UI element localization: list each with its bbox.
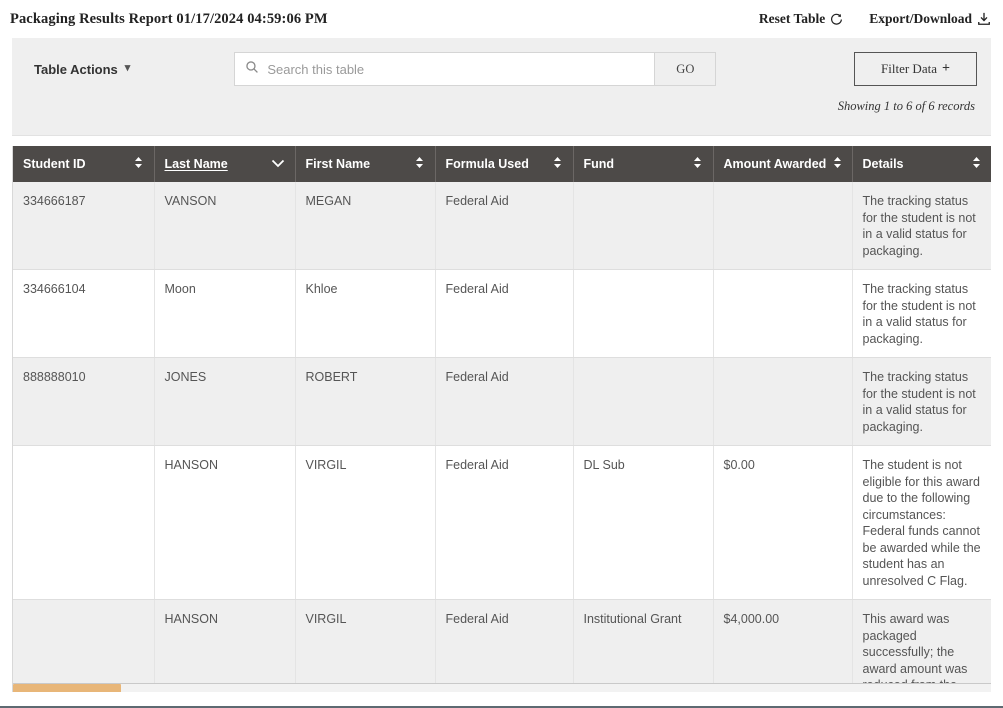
cell-fund: Institutional Grant	[573, 599, 714, 692]
horizontal-scrollbar-thumb[interactable]	[13, 684, 121, 692]
table-search-group: GO	[234, 52, 717, 86]
cell-student-id: 888888010	[13, 357, 155, 446]
toolbar-controls-row: Table Actions ▾ GO Filter Data +	[26, 52, 977, 86]
cell-amount-awarded	[713, 357, 853, 446]
table-head: Student ID Last Name First Name Formula Use…	[13, 146, 991, 182]
column-header-label: Student ID	[23, 157, 86, 171]
table-header-row: Student ID Last Name First Name Formula Use…	[13, 146, 991, 182]
reset-table-button[interactable]: Reset Table	[759, 11, 843, 27]
column-header-formula-used[interactable]: Formula Used	[435, 146, 574, 182]
refresh-icon	[830, 13, 843, 26]
export-download-button[interactable]: Export/Download	[869, 11, 991, 27]
cell-details: This award was packaged successfully; th…	[852, 599, 991, 692]
filter-data-label: Filter Data	[881, 61, 937, 76]
column-header-last-name[interactable]: Last Name	[154, 146, 296, 182]
table-actions-dropdown[interactable]: Table Actions ▾	[26, 62, 130, 77]
table-row[interactable]: 334666187 VANSON MEGAN Federal Aid The track…	[13, 182, 991, 270]
cell-fund: DL Sub	[573, 445, 714, 600]
cell-formula-used: Federal Aid	[435, 357, 574, 446]
table-row[interactable]: HANSON VIRGIL Federal Aid Institutional Gra…	[13, 599, 991, 692]
filter-data-button[interactable]: Filter Data +	[854, 52, 977, 86]
sort-both-icon[interactable]	[133, 156, 144, 172]
column-header-label: Amount Awarded	[723, 157, 827, 171]
cell-details: The tracking status for the student is n…	[852, 357, 991, 446]
sort-both-icon[interactable]	[414, 156, 425, 172]
cell-amount-awarded: $4,000.00	[713, 599, 853, 692]
column-header-details[interactable]: Details	[852, 146, 991, 182]
records-count-row: Showing 1 to 6 of 6 records	[26, 86, 977, 114]
cell-first-name: VIRGIL	[295, 445, 436, 600]
export-download-label: Export/Download	[869, 11, 972, 26]
column-header-first-name[interactable]: First Name	[295, 146, 436, 182]
chevron-down-icon: ▾	[124, 61, 131, 74]
plus-icon: +	[941, 61, 950, 76]
cell-first-name: ROBERT	[295, 357, 436, 446]
search-icon	[245, 60, 259, 79]
table-body: 334666187 VANSON MEGAN Federal Aid The track…	[13, 182, 991, 692]
table-scroll-container: Student ID Last Name First Name Formula Use…	[12, 146, 991, 692]
header-actions: Reset Table Export/Download	[759, 11, 991, 27]
cell-first-name: Khloe	[295, 269, 436, 358]
search-box[interactable]	[234, 52, 655, 86]
cell-formula-used: Federal Aid	[435, 182, 574, 270]
cell-details: The student is not eligible for this awa…	[852, 445, 991, 600]
report-header: Packaging Results Report 01/17/2024 04:5…	[0, 0, 1003, 38]
cell-amount-awarded: $0.00	[713, 445, 853, 600]
cell-last-name: Moon	[154, 269, 296, 358]
cell-last-name: HANSON	[154, 445, 296, 600]
chevron-down-icon[interactable]	[271, 158, 285, 171]
column-header-student-id[interactable]: Student ID	[13, 146, 155, 182]
sort-both-icon[interactable]	[832, 156, 843, 172]
cell-last-name: VANSON	[154, 182, 296, 270]
sort-both-icon[interactable]	[552, 156, 563, 172]
search-go-button[interactable]: GO	[654, 52, 717, 86]
cell-fund	[573, 182, 714, 270]
table-row[interactable]: HANSON VIRGIL Federal Aid DL Sub $0.00 The st…	[13, 445, 991, 600]
horizontal-scrollbar[interactable]	[13, 683, 991, 692]
cell-student-id	[13, 445, 155, 600]
reset-table-label: Reset Table	[758, 11, 826, 26]
cell-last-name: JONES	[154, 357, 296, 446]
cell-student-id: 334666187	[13, 182, 155, 270]
records-count-text: Showing 1 to 6 of 6 records	[837, 99, 975, 113]
column-header-label: Formula Used	[445, 157, 529, 171]
cell-amount-awarded	[713, 269, 853, 358]
download-icon	[977, 12, 991, 26]
page-title: Packaging Results Report 01/17/2024 04:5…	[10, 10, 328, 27]
cell-details: The tracking status for the student is n…	[852, 269, 991, 358]
packaging-results-table: Student ID Last Name First Name Formula Use…	[13, 146, 991, 692]
column-header-label: Fund	[583, 157, 615, 171]
cell-fund	[573, 269, 714, 358]
cell-amount-awarded	[713, 182, 853, 270]
column-header-label: First Name	[305, 157, 371, 171]
cell-first-name: VIRGIL	[295, 599, 436, 692]
cell-student-id: 334666104	[13, 269, 155, 358]
column-header-label: Last Name	[164, 157, 228, 171]
column-header-amount-awarded[interactable]: Amount Awarded	[713, 146, 853, 182]
sort-both-icon[interactable]	[692, 156, 703, 172]
table-actions-label: Table Actions	[34, 61, 118, 77]
column-header-fund[interactable]: Fund	[573, 146, 714, 182]
table-row[interactable]: 334666104 Moon Khloe Federal Aid The trackin…	[13, 269, 991, 358]
search-input[interactable]	[267, 61, 645, 77]
cell-first-name: MEGAN	[295, 182, 436, 270]
cell-formula-used: Federal Aid	[435, 445, 574, 600]
cell-formula-used: Federal Aid	[435, 269, 574, 358]
column-header-label: Details	[862, 157, 904, 171]
cell-details: The tracking status for the student is n…	[852, 182, 991, 270]
sort-both-icon[interactable]	[971, 156, 982, 172]
cell-student-id	[13, 599, 155, 692]
cell-last-name: HANSON	[154, 599, 296, 692]
cell-fund	[573, 357, 714, 446]
table-toolbar: Table Actions ▾ GO Filter Data + Showing…	[12, 38, 991, 136]
cell-formula-used: Federal Aid	[435, 599, 574, 692]
table-row[interactable]: 888888010 JONES ROBERT Federal Aid The track…	[13, 357, 991, 446]
